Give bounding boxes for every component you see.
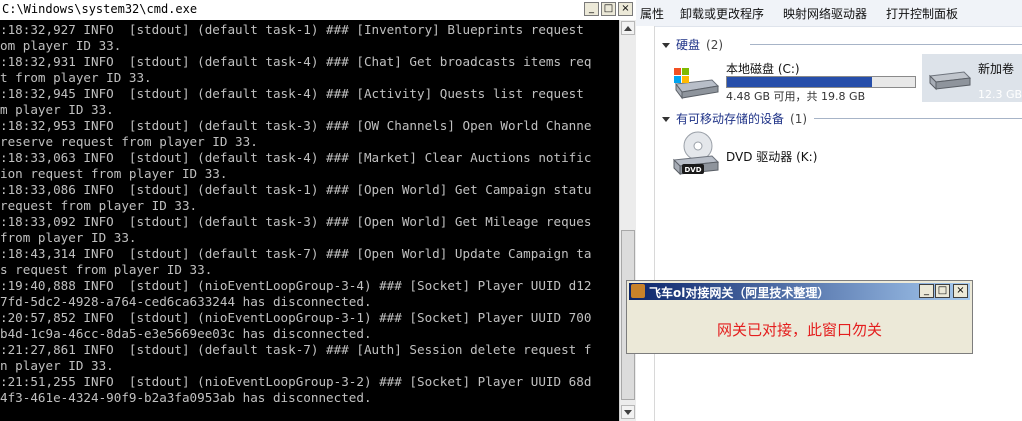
toolbar-control-panel-button[interactable]: 打开控制面板 <box>886 5 958 22</box>
drive-new-title: 新加卷 <box>978 62 1015 76</box>
console-line: :18:33,063 INFO [stdout] (default task-4… <box>0 150 592 165</box>
toolbar-properties-button[interactable]: 属性 <box>640 5 664 22</box>
console-line: :20:57,852 INFO [stdout] (nioEventLoopGr… <box>0 310 592 325</box>
collapse-arrow-icon <box>662 43 670 48</box>
hard-drive-icon <box>928 71 972 91</box>
gateway-dialog: 飞车ol对接网关（阿里技术整理） _ □ × 网关已对接，此窗口勿关 <box>626 280 973 354</box>
console-line: :21:51,255 INFO [stdout] (nioEventLoopGr… <box>0 374 592 389</box>
console-output[interactable]: :18:32,927 INFO [stdout] (default task-1… <box>0 20 619 421</box>
drive-dvd-title: DVD 驱动器 (K:) <box>726 150 818 164</box>
console-line: m player ID 33. <box>0 102 114 117</box>
drive-new-usage-text: 12.3 GB <box>978 88 1022 101</box>
windows-drive-icon <box>674 68 720 100</box>
explorer-toolbar: 属性 卸载或更改程序 映射网络驱动器 打开控制面板 <box>636 0 1022 27</box>
group-count: (1) <box>790 112 808 126</box>
console-line: :18:33,086 INFO [stdout] (default task-1… <box>0 182 592 197</box>
drive-c-usage-fill <box>727 77 872 87</box>
svg-text:DVD: DVD <box>684 166 701 174</box>
maximize-button[interactable]: □ <box>935 284 950 298</box>
dialog-message: 网关已对接，此窗口勿关 <box>716 321 882 339</box>
group-divider <box>814 118 1022 119</box>
toolbar-map-drive-button[interactable]: 映射网络驱动器 <box>783 5 867 22</box>
console-line: t from player ID 33. <box>0 70 152 85</box>
console-line: :19:40,888 INFO [stdout] (nioEventLoopGr… <box>0 278 592 293</box>
console-line: :18:32,953 INFO [stdout] (default task-3… <box>0 118 592 133</box>
maximize-button[interactable]: □ <box>601 2 616 16</box>
group-label: 有可移动存储的设备 <box>676 112 785 126</box>
console-line: :21:27,861 INFO [stdout] (default task-7… <box>0 342 592 357</box>
console-line: 7fd-5dc2-4928-a764-ced6ca633244 has disc… <box>0 294 372 309</box>
explorer-window: 属性 卸载或更改程序 映射网络驱动器 打开控制面板 硬盘 (2) 本地磁盘 (C:… <box>636 0 1022 421</box>
drive-c-title: 本地磁盘 (C:) <box>726 62 800 76</box>
drive-c-usage-bar <box>726 76 916 88</box>
console-line: :18:43,314 INFO [stdout] (default task-7… <box>0 246 592 261</box>
cmd-window: C:\Windows\system32\cmd.exe _ □ × :18:32… <box>0 0 636 421</box>
close-button[interactable]: × <box>618 2 633 16</box>
scroll-down-button[interactable] <box>621 405 635 419</box>
group-count: (2) <box>706 38 724 52</box>
group-label: 硬盘 <box>676 38 701 52</box>
app-icon <box>631 284 645 298</box>
cmd-title: C:\Windows\system32\cmd.exe <box>2 2 198 16</box>
arrow-up-icon <box>624 26 632 31</box>
minimize-button[interactable]: _ <box>919 284 934 298</box>
minimize-button[interactable]: _ <box>584 2 599 16</box>
console-line: :18:32,945 INFO [stdout] (default task-4… <box>0 86 584 101</box>
console-line: ion request from player ID 33. <box>0 166 228 181</box>
drive-new-volume[interactable]: 新加卷 12.3 GB <box>922 54 1022 102</box>
close-button[interactable]: × <box>953 284 968 298</box>
arrow-down-icon <box>624 410 632 415</box>
console-line: :18:32,927 INFO [stdout] (default task-1… <box>0 22 584 37</box>
console-line: s request from player ID 33. <box>0 262 213 277</box>
group-header-hdd[interactable]: 硬盘 (2) <box>662 36 723 52</box>
console-line: 4f3-461e-4324-90f9-b2a3fa0953ab has disc… <box>0 390 372 405</box>
group-header-removable[interactable]: 有可移动存储的设备 (1) <box>662 110 807 126</box>
dialog-title: 飞车ol对接网关（阿里技术整理） <box>649 286 830 300</box>
drive-c-usage-text: 4.48 GB 可用，共 19.8 GB <box>726 90 866 103</box>
explorer-nav-edge <box>636 26 655 421</box>
collapse-arrow-icon <box>662 117 670 122</box>
cmd-titlebar[interactable]: C:\Windows\system32\cmd.exe _ □ × <box>0 0 636 21</box>
toolbar-uninstall-button[interactable]: 卸载或更改程序 <box>680 5 764 22</box>
scroll-up-button[interactable] <box>621 21 635 35</box>
console-line: :18:32,931 INFO [stdout] (default task-4… <box>0 54 592 69</box>
group-divider <box>750 44 1022 45</box>
console-line: b4d-1c9a-46cc-8da5-e3e5669ee03c has disc… <box>0 326 372 341</box>
console-line: reserve request from player ID 33. <box>0 134 258 149</box>
console-line: om player ID 33. <box>0 38 122 53</box>
console-line: n player ID 33. <box>0 358 114 373</box>
dvd-drive-icon: DVD <box>672 131 720 176</box>
console-line: from player ID 33. <box>0 230 137 245</box>
console-scrollbar[interactable] <box>619 20 636 421</box>
dialog-titlebar[interactable]: 飞车ol对接网关（阿里技术整理） _ □ × <box>629 283 970 300</box>
console-line: :18:33,092 INFO [stdout] (default task-3… <box>0 214 592 229</box>
console-line: request from player ID 33. <box>0 198 198 213</box>
